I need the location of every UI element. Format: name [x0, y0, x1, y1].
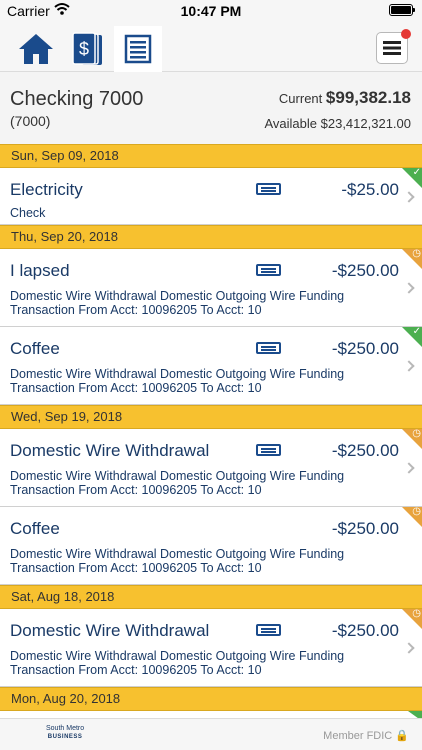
bank-logo: South Metro BUSINESS: [46, 725, 84, 741]
clock-icon: ◷: [412, 428, 421, 439]
money-icon: $: [72, 32, 102, 65]
clock-icon: ◷: [412, 506, 421, 517]
available-balance-amount: $23,412,321.00: [320, 116, 411, 131]
chevron-right-icon: [403, 642, 415, 654]
transaction-detail: Domestic Wire Withdrawal Domestic Outgoi…: [10, 289, 345, 317]
logo-line: South: [46, 725, 65, 732]
date-header: Wed, Sep 19, 2018: [0, 405, 422, 429]
transaction-detail: Domestic Wire Withdrawal Domestic Outgoi…: [10, 547, 345, 575]
transaction-detail: Domestic Wire Withdrawal Domestic Outgoi…: [10, 367, 345, 395]
clock-icon: ◷: [412, 608, 421, 619]
footer: South Metro BUSINESS Member FDIC 🔒: [0, 718, 422, 750]
available-balance-label: Available: [264, 116, 317, 131]
register-icon: [124, 34, 152, 64]
date-header: Thu, Sep 20, 2018: [0, 225, 422, 249]
chevron-right-icon: [403, 191, 415, 203]
transaction-amount: -$250.00: [331, 441, 399, 460]
current-balance-label: Current: [278, 91, 323, 106]
transaction-description: I lapsed: [10, 261, 70, 280]
card-icon: [256, 264, 281, 276]
transaction-description: Electricity: [10, 180, 83, 199]
transaction-detail: Check: [10, 206, 46, 220]
tab-register[interactable]: [114, 26, 162, 72]
chevron-right-icon: [403, 282, 415, 294]
transaction-row[interactable]: Electricity -$25.00 Check ✓: [0, 167, 422, 225]
hamburger-menu-icon: [383, 41, 401, 55]
notification-badge: [401, 29, 411, 39]
transaction-description: Coffee: [10, 519, 60, 538]
transaction-row[interactable]: I lapsed -$250.00 Domestic Wire Withdraw…: [0, 248, 422, 327]
transaction-amount: -$250.00: [331, 339, 399, 358]
transaction-amount: -$25.00: [341, 180, 399, 199]
available-balance: Available $23,412,321.00: [264, 116, 411, 131]
account-number: (7000): [10, 113, 51, 129]
transaction-row[interactable]: Coffee -$250.00 Domestic Wire Withdrawal…: [0, 506, 422, 585]
account-name: Checking 7000: [10, 88, 144, 110]
transaction-description: Domestic Wire Withdrawal: [10, 441, 210, 460]
checkmark-icon: ✓: [412, 167, 421, 178]
fdic-notice: Member FDIC 🔒: [323, 729, 409, 742]
checkmark-icon: ✓: [412, 326, 421, 337]
clock-icon: ◷: [412, 248, 421, 259]
nav-bar: $: [0, 22, 422, 72]
status-bar: Carrier 10:47 PM: [0, 0, 422, 22]
tab-money[interactable]: $: [65, 26, 109, 72]
transaction-amount: -$250.00: [331, 261, 399, 280]
chevron-right-icon: [403, 462, 415, 474]
transaction-row[interactable]: Domestic Wire Withdrawal -$250.00 Domest…: [0, 608, 422, 687]
transaction-detail: Domestic Wire Withdrawal Domestic Outgoi…: [10, 469, 345, 497]
current-balance: Current $99,382.18: [279, 88, 411, 108]
svg-text:$: $: [79, 39, 89, 59]
home-icon: [19, 34, 53, 64]
lock-icon: 🔒: [395, 730, 409, 742]
transaction-description: Coffee: [10, 339, 60, 358]
logo-line: BUSINESS: [47, 734, 83, 740]
battery-icon: [389, 4, 415, 16]
transaction-description: Domestic Wire Withdrawal: [10, 621, 210, 640]
card-icon: [256, 342, 281, 354]
current-balance-amount: $99,382.18: [325, 88, 411, 107]
tab-home[interactable]: [14, 26, 58, 72]
card-icon: [256, 183, 281, 195]
clock: 10:47 PM: [180, 3, 242, 19]
transaction-list: Sun, Sep 09, 2018 Electricity -$25.00 Ch…: [0, 144, 422, 731]
transaction-amount: -$250.00: [331, 519, 399, 538]
fdic-label: Member FDIC: [323, 730, 393, 742]
transaction-row[interactable]: Domestic Wire Withdrawal -$250.00 Domest…: [0, 428, 422, 507]
transaction-amount: -$250.00: [331, 621, 399, 640]
date-header: Sat, Aug 18, 2018: [0, 585, 422, 609]
transaction-row[interactable]: Coffee -$250.00 Domestic Wire Withdrawal…: [0, 326, 422, 405]
date-header: Mon, Aug 20, 2018: [0, 687, 422, 711]
card-icon: [256, 444, 281, 456]
card-icon: [256, 624, 281, 636]
transaction-detail: Domestic Wire Withdrawal Domestic Outgoi…: [10, 649, 345, 677]
date-header: Sun, Sep 09, 2018: [0, 144, 422, 168]
logo-line: Metro: [66, 725, 85, 732]
menu-button[interactable]: [376, 29, 411, 64]
chevron-right-icon: [403, 360, 415, 372]
account-header: Checking 7000 (7000) Current $99,382.18 …: [0, 72, 422, 144]
